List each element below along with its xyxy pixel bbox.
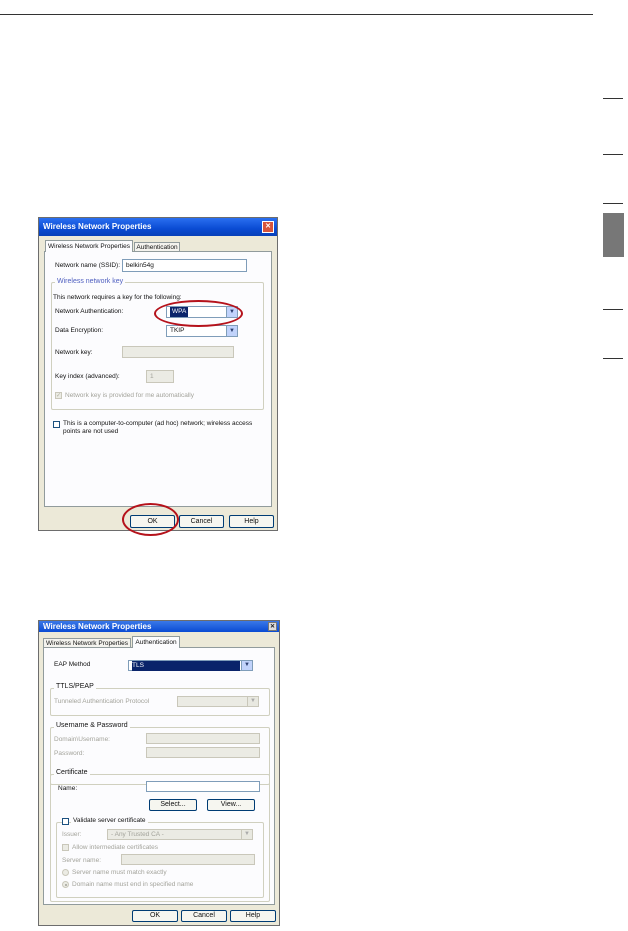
close-icon[interactable]: ✕ [262, 221, 274, 233]
dialog-title: Wireless Network Properties [43, 222, 152, 231]
section-tab-mark [603, 358, 623, 359]
close-icon[interactable]: ✕ [268, 622, 277, 631]
server-name-input[interactable] [121, 854, 255, 865]
ok-button[interactable]: OK [132, 910, 178, 922]
tab-wireless-network-properties[interactable]: Wireless Network Properties [45, 240, 133, 252]
tab-panel: EAP Method TLS ▼ TTLS/PEAP Tunneled Authe… [43, 647, 275, 905]
tunneled-protocol-select[interactable]: ▼ [177, 696, 259, 707]
data-encryption-label: Data Encryption: [55, 327, 104, 334]
network-name-label: Network name (SSID): [55, 262, 121, 269]
password-input[interactable] [146, 747, 260, 758]
tab-panel: Network name (SSID): belkin54g Wireless … [44, 251, 272, 507]
auto-key-label: Network key is provided for me automatic… [65, 392, 194, 399]
certificate-name-input[interactable] [146, 781, 260, 792]
wireless-properties-authentication-dialog: Wireless Network Properties ✕ Wireless N… [38, 620, 280, 926]
page-header-rule [0, 14, 593, 15]
adhoc-label: This is a computer-to-computer (ad hoc) … [63, 420, 253, 435]
chevron-down-icon[interactable]: ▼ [241, 830, 252, 839]
wireless-key-group-title: Wireless network key [55, 278, 126, 285]
cancel-button[interactable]: Cancel [179, 515, 224, 528]
network-key-label: Network key: [55, 349, 93, 356]
key-index-label: Key index (advanced): [55, 373, 120, 380]
issuer-select[interactable]: - Any Trusted CA - ▼ [107, 829, 253, 840]
title-bar: Wireless Network Properties [39, 621, 279, 632]
section-tab-mark [603, 98, 623, 99]
adhoc-checkbox[interactable] [53, 421, 60, 428]
network-key-input[interactable] [122, 346, 234, 358]
highlight-ring-ok [122, 503, 179, 536]
match-exactly-radio[interactable] [62, 869, 69, 876]
view-button[interactable]: View... [207, 799, 255, 811]
tunneled-protocol-label: Tunneled Authentication Protocol [54, 698, 150, 705]
auto-key-checkbox[interactable]: ✓ [55, 392, 62, 399]
domain-ends-radio[interactable] [62, 881, 69, 888]
domain-ends-label: Domain name must end in specified name [72, 881, 194, 888]
select-button[interactable]: Select... [149, 799, 197, 811]
network-name-input[interactable]: belkin54g [122, 259, 247, 272]
chevron-down-icon[interactable]: ▼ [226, 326, 237, 336]
certificate-group-title: Certificate [54, 769, 90, 776]
issuer-label: Issuer: [62, 831, 82, 838]
domain-username-input[interactable] [146, 733, 260, 744]
network-authentication-label: Network Authentication: [55, 308, 124, 315]
title-bar: Wireless Network Properties [39, 218, 277, 236]
eap-method-label: EAP Method [54, 661, 91, 668]
group-description: This network requires a key for the foll… [53, 294, 182, 301]
help-button[interactable]: Help [230, 910, 276, 922]
tab-authentication[interactable]: Authentication [132, 636, 180, 648]
section-tab-mark [603, 309, 623, 310]
section-tab-mark [603, 154, 623, 155]
highlight-ring-authentication [154, 300, 243, 327]
validate-server-checkbox[interactable] [62, 818, 69, 825]
username-password-group-title: Username & Password [54, 722, 130, 729]
help-button[interactable]: Help [229, 515, 274, 528]
dialog-title: Wireless Network Properties [43, 622, 152, 631]
allow-intermediate-label: Allow intermediate certificates [72, 844, 158, 851]
eap-method-select[interactable]: TLS ▼ [128, 660, 253, 671]
current-section-tab [603, 213, 624, 257]
name-label: Name: [58, 785, 78, 792]
wireless-properties-dialog: Wireless Network Properties ✕ Wireless N… [38, 217, 278, 531]
key-index-stepper[interactable]: 1 [146, 370, 174, 383]
match-exactly-label: Server name must match exactly [72, 869, 167, 876]
validate-server-label: Validate server certificate [71, 817, 148, 824]
domain-username-label: Domain\Username: [54, 736, 110, 743]
section-tab-mark [603, 203, 623, 204]
chevron-down-icon[interactable]: ▼ [247, 697, 258, 706]
chevron-down-icon[interactable]: ▼ [241, 661, 252, 670]
allow-intermediate-checkbox[interactable] [62, 844, 69, 851]
password-label: Password: [54, 750, 85, 757]
server-name-label: Server name: [62, 857, 102, 864]
ttls-peap-group-title: TTLS/PEAP [54, 683, 96, 690]
cancel-button[interactable]: Cancel [181, 910, 227, 922]
